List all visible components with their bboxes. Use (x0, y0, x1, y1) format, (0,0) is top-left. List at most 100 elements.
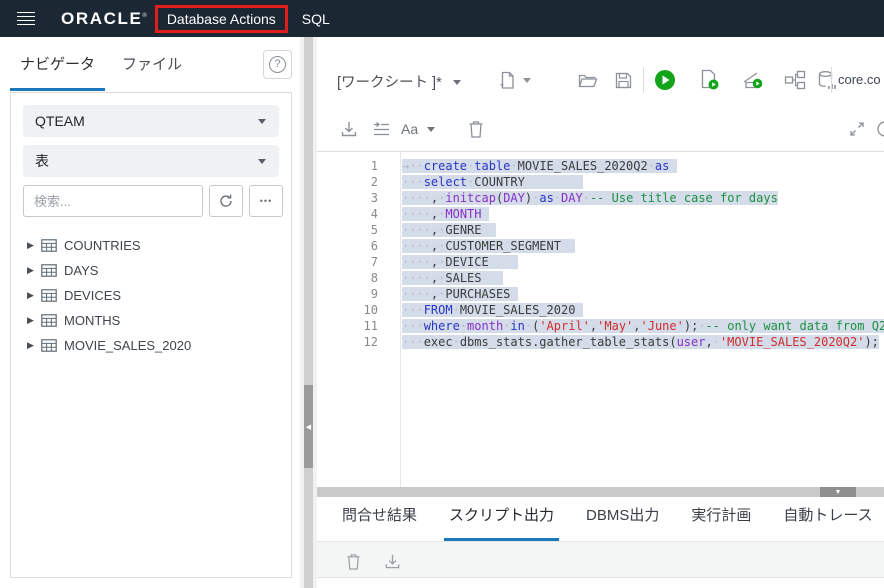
expand-arrow-icon[interactable]: ▶ (27, 240, 39, 251)
code-line[interactable]: 6····,·CUSTOMER_SEGMENT (317, 238, 884, 254)
tree-item-countries[interactable]: ▶ COUNTRIES (23, 233, 279, 258)
code-line[interactable]: 12···exec·dbms_stats.gather_table_stats(… (317, 334, 884, 350)
open-file-button[interactable] (575, 68, 599, 92)
worksheet-toolbar: [ワークシート ]* * (317, 59, 884, 105)
app-title-highlight-box: Database Actions (155, 5, 288, 33)
code-line[interactable]: 3····,·initcap(DAY)·as·DAY·-- Use title … (317, 190, 884, 206)
new-document-icon: * (497, 70, 517, 91)
navigator-sidebar: ナビゲータ ファイル ? QTEAM 表 ••• (0, 37, 300, 588)
table-icon (41, 264, 57, 277)
chevron-down-icon (453, 80, 461, 85)
tree-item-label: DAYS (64, 263, 98, 278)
code-line[interactable]: 1→··create·table·MOVIE_SALES_2020Q2·as (317, 158, 884, 174)
tab-navigator[interactable]: ナビゲータ (10, 53, 105, 91)
svg-text:*: * (500, 82, 504, 91)
line-number: 5 (317, 222, 378, 238)
output-tab-script-output[interactable]: スクリプト出力 (444, 504, 559, 541)
code-line[interactable]: 7····,·DEVICE (317, 254, 884, 270)
gather-statistics-button[interactable] (815, 68, 839, 92)
table-icon (41, 289, 57, 302)
line-number: 11 (317, 318, 378, 334)
tree-item-days[interactable]: ▶ DAYS (23, 258, 279, 283)
expand-arrow-icon[interactable]: ▶ (27, 340, 39, 351)
code-line[interactable]: 4····,·MONTH (317, 206, 884, 222)
expand-arrow-icon[interactable]: ▶ (27, 290, 39, 301)
code-line[interactable]: 2···select·COUNTRY (317, 174, 884, 190)
explain-plan-icon (784, 70, 806, 90)
hamburger-menu-icon[interactable] (17, 12, 35, 26)
line-number: 9 (317, 286, 378, 302)
worksheet-area: [ワークシート ]* * (317, 37, 884, 588)
expand-arrow-icon[interactable]: ▶ (27, 315, 39, 326)
sql-code-editor[interactable]: 1→··create·table·MOVIE_SALES_2020Q2·as 2… (317, 152, 884, 487)
code-line[interactable]: 8····,·SALES (317, 270, 884, 286)
splitter-grab-handle[interactable]: ▼ (820, 487, 856, 497)
line-number: 6 (317, 238, 378, 254)
output-tab-autotrace[interactable]: 自動トレース (778, 504, 877, 541)
app-title[interactable]: Database Actions (167, 11, 276, 27)
tree-item-label: MOVIE_SALES_2020 (64, 338, 191, 353)
new-worksheet-button[interactable]: * (495, 68, 519, 92)
code-line[interactable]: 10···FROM·MOVIE_SALES_2020 (317, 302, 884, 318)
code-line[interactable]: 11···where·month·in·('April','May','June… (317, 318, 884, 334)
explain-plan-button[interactable] (783, 68, 807, 92)
format-code-button[interactable] (369, 117, 393, 141)
autotrace-button[interactable] (741, 68, 765, 92)
history-button[interactable] (873, 117, 884, 141)
new-worksheet-menu[interactable] (520, 68, 534, 92)
tree-item-movie_sales_2020[interactable]: ▶ MOVIE_SALES_2020 (23, 333, 279, 358)
maximize-editor-button[interactable] (845, 117, 869, 141)
splitter-grab-handle[interactable]: ◀ (304, 385, 313, 468)
download-icon (340, 120, 358, 138)
format-indent-icon (372, 121, 391, 137)
search-input[interactable] (23, 185, 203, 217)
output-tab-dbms-output[interactable]: DBMS出力 (581, 504, 664, 541)
save-file-button[interactable] (611, 68, 635, 92)
text-case-icon: Aa (401, 121, 418, 137)
output-tab-explain-plan[interactable]: 実行計画 (686, 504, 756, 541)
line-number: 1 (317, 158, 378, 174)
expand-diagonal-icon (849, 121, 865, 137)
sidebar-tab-bar: ナビゲータ ファイル ? (0, 37, 300, 92)
autotrace-icon (742, 70, 765, 90)
tree-item-months[interactable]: ▶MONTHS (23, 308, 279, 333)
run-statement-button[interactable] (653, 68, 677, 92)
toolbar-separator (643, 67, 644, 93)
clear-worksheet-button[interactable] (464, 117, 488, 141)
output-tab-query-result[interactable]: 問合せ結果 (337, 504, 422, 541)
splitter-bar (304, 37, 313, 588)
code-line[interactable]: 9····,·PURCHASES (317, 286, 884, 302)
trash-icon (346, 553, 361, 570)
line-number: 12 (317, 334, 378, 350)
download-button[interactable] (337, 117, 361, 141)
download-output-button[interactable] (380, 549, 404, 573)
clear-output-button[interactable] (341, 549, 365, 573)
help-button[interactable]: ? (263, 50, 292, 79)
refresh-button[interactable] (209, 185, 243, 217)
run-script-button[interactable] (697, 68, 721, 92)
horizontal-splitter[interactable]: ▼ (317, 487, 884, 497)
object-type-select[interactable]: 表 (23, 145, 279, 177)
clock-icon (876, 120, 884, 138)
worksheet-selector[interactable]: [ワークシート ]* (337, 71, 461, 92)
save-icon (614, 71, 633, 90)
help-icon: ? (269, 56, 286, 73)
trash-icon (468, 120, 484, 138)
line-number: 4 (317, 206, 378, 222)
line-number: 2 (317, 174, 378, 190)
run-script-icon (699, 69, 720, 91)
expand-arrow-icon[interactable]: ▶ (27, 265, 39, 276)
more-actions-button[interactable]: ••• (249, 185, 283, 217)
text-case-menu[interactable]: Aa (401, 121, 435, 137)
oracle-logo: ORACLE® (61, 9, 147, 29)
tab-files[interactable]: ファイル (112, 53, 192, 88)
registered-mark: ® (142, 13, 146, 19)
tree-item-label: COUNTRIES (64, 238, 141, 253)
tree-item-devices[interactable]: ▶DEVICES (23, 283, 279, 308)
code-lines: 1→··create·table·MOVIE_SALES_2020Q2·as 2… (317, 158, 884, 350)
header-context-title: SQL (302, 11, 330, 27)
code-line[interactable]: 5····,·GENRE (317, 222, 884, 238)
chevron-down-icon (258, 119, 266, 124)
schema-select[interactable]: QTEAM (23, 105, 279, 137)
vertical-splitter: ◀ (300, 37, 317, 588)
